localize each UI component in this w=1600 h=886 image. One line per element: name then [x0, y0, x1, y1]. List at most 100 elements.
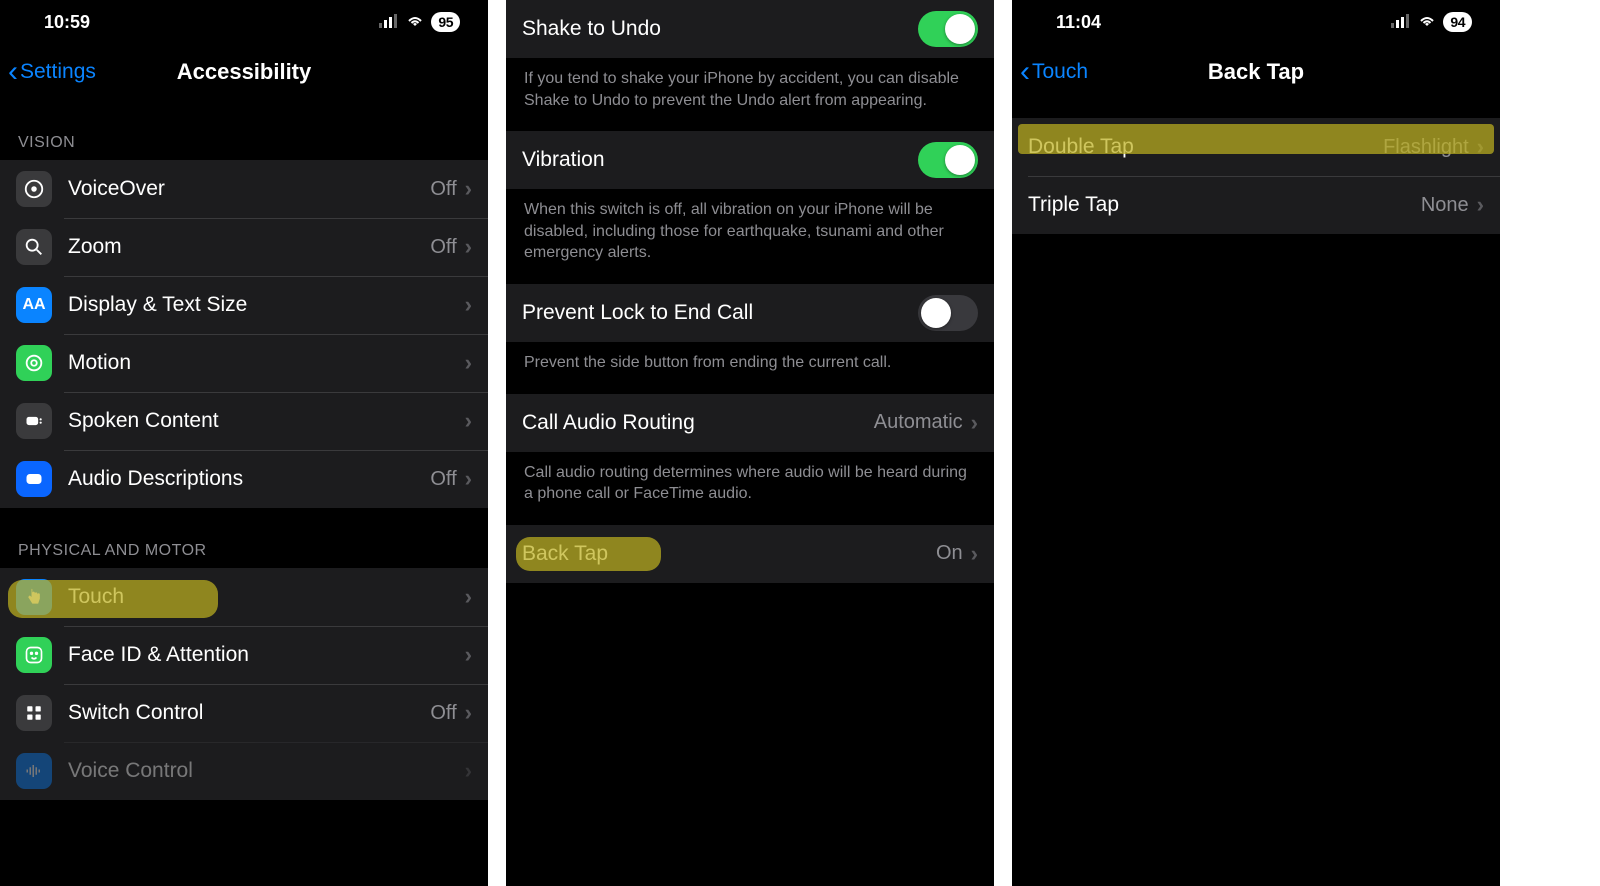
- cell-switch-control[interactable]: Switch Control Off ›: [0, 684, 488, 742]
- vision-group: VoiceOver Off › Zoom Off › AA Display & …: [0, 160, 488, 508]
- battery-indicator: 94: [1443, 12, 1472, 32]
- chevron-right-icon: ›: [971, 410, 978, 436]
- chevron-right-icon: ›: [465, 234, 472, 260]
- cell-faceid[interactable]: Face ID & Attention ›: [0, 626, 488, 684]
- cell-label: Face ID & Attention: [68, 643, 465, 667]
- switch-control-icon: [16, 695, 52, 731]
- voiceover-icon: [16, 171, 52, 207]
- chevron-right-icon: ›: [465, 350, 472, 376]
- cell-label: Double Tap: [1028, 135, 1383, 159]
- cell-label: Spoken Content: [68, 409, 465, 433]
- chevron-right-icon: ›: [465, 584, 472, 610]
- backtap-group: Back Tap On ›: [506, 525, 994, 583]
- chevron-left-icon: ‹: [8, 57, 18, 87]
- cell-back-tap[interactable]: Back Tap On ›: [506, 525, 994, 583]
- cell-display-text-size[interactable]: AA Display & Text Size ›: [0, 276, 488, 334]
- back-label: Touch: [1032, 60, 1088, 84]
- cell-call-audio-routing[interactable]: Call Audio Routing Automatic ›: [506, 394, 994, 452]
- back-button[interactable]: ‹ Touch: [1012, 57, 1088, 87]
- footer-routing: Call audio routing determines where audi…: [506, 452, 994, 525]
- section-header-physical: PHYSICAL AND MOTOR: [0, 508, 488, 568]
- chevron-right-icon: ›: [465, 758, 472, 784]
- cell-label: Zoom: [68, 235, 430, 259]
- battery-indicator: 95: [431, 12, 460, 32]
- chevron-left-icon: ‹: [1020, 57, 1030, 87]
- section-header-vision: VISION: [0, 100, 488, 160]
- vibration-group: Vibration: [506, 131, 994, 189]
- chevron-right-icon: ›: [465, 466, 472, 492]
- back-button[interactable]: ‹ Settings: [0, 57, 96, 87]
- cell-spoken-content[interactable]: Spoken Content ›: [0, 392, 488, 450]
- faceid-icon: [16, 637, 52, 673]
- cell-value: Off: [430, 236, 456, 259]
- cellular-icon: [379, 12, 399, 33]
- cell-value: On: [936, 542, 963, 565]
- toggle-prevent-lock[interactable]: [918, 295, 978, 331]
- cell-label: Switch Control: [68, 701, 430, 725]
- screenshot-accessibility: 10:59 95 ‹ Settings Accessibility VISION…: [0, 0, 488, 886]
- chevron-right-icon: ›: [1477, 192, 1484, 218]
- cell-voice-control[interactable]: Voice Control ›: [0, 742, 488, 800]
- chevron-right-icon: ›: [971, 541, 978, 567]
- cell-double-tap[interactable]: Double Tap Flashlight ›: [1012, 118, 1500, 176]
- footer-vibration: When this switch is off, all vibration o…: [506, 189, 994, 284]
- backtap-options: Double Tap Flashlight › Triple Tap None …: [1012, 118, 1500, 234]
- zoom-icon: [16, 229, 52, 265]
- back-label: Settings: [20, 60, 96, 84]
- cell-shake-to-undo[interactable]: Shake to Undo: [506, 0, 994, 58]
- motion-icon: [16, 345, 52, 381]
- cell-label: Audio Descriptions: [68, 467, 430, 491]
- status-time: 11:04: [1056, 12, 1101, 33]
- cell-label: Call Audio Routing: [522, 411, 874, 435]
- chevron-right-icon: ›: [465, 292, 472, 318]
- cell-prevent-lock[interactable]: Prevent Lock to End Call: [506, 284, 994, 342]
- cell-value: Automatic: [874, 411, 963, 434]
- cell-label: Prevent Lock to End Call: [522, 301, 918, 325]
- cell-audio-descriptions[interactable]: Audio Descriptions Off ›: [0, 450, 488, 508]
- toggle-shake-to-undo[interactable]: [918, 11, 978, 47]
- routing-group: Call Audio Routing Automatic ›: [506, 394, 994, 452]
- footer-shake: If you tend to shake your iPhone by acci…: [506, 58, 994, 131]
- cell-label: Display & Text Size: [68, 293, 465, 317]
- cell-value: Off: [430, 702, 456, 725]
- cellular-icon: [1391, 12, 1411, 33]
- status-time: 10:59: [44, 12, 90, 33]
- chevron-right-icon: ›: [1477, 134, 1484, 160]
- status-bar: 11:04 94: [1012, 0, 1500, 44]
- footer-prevent: Prevent the side button from ending the …: [506, 342, 994, 394]
- status-bar: 10:59 95: [0, 0, 488, 44]
- cell-triple-tap[interactable]: Triple Tap None ›: [1012, 176, 1500, 234]
- shake-group: Shake to Undo: [506, 0, 994, 58]
- cell-voiceover[interactable]: VoiceOver Off ›: [0, 160, 488, 218]
- cell-label: Back Tap: [522, 542, 936, 566]
- cell-touch[interactable]: Touch ›: [0, 568, 488, 626]
- wifi-icon: [405, 12, 425, 33]
- navbar: ‹ Touch Back Tap: [1012, 44, 1500, 100]
- cell-value: Off: [430, 468, 456, 491]
- spoken-content-icon: [16, 403, 52, 439]
- cell-label: VoiceOver: [68, 177, 430, 201]
- cell-label: Voice Control: [68, 759, 465, 783]
- screenshot-back-tap: 11:04 94 ‹ Touch Back Tap Double Tap Fla…: [1012, 0, 1500, 886]
- text-size-icon: AA: [16, 287, 52, 323]
- voice-control-icon: [16, 753, 52, 789]
- navbar: ‹ Settings Accessibility: [0, 44, 488, 100]
- touch-icon: [16, 579, 52, 615]
- cell-vibration[interactable]: Vibration: [506, 131, 994, 189]
- chevron-right-icon: ›: [465, 642, 472, 668]
- cell-value: Flashlight: [1383, 136, 1469, 159]
- toggle-vibration[interactable]: [918, 142, 978, 178]
- cell-label: Shake to Undo: [522, 17, 918, 41]
- chevron-right-icon: ›: [465, 700, 472, 726]
- cell-label: Touch: [68, 585, 465, 609]
- cell-motion[interactable]: Motion ›: [0, 334, 488, 392]
- screenshot-touch: Shake to Undo If you tend to shake your …: [506, 0, 994, 886]
- cell-label: Triple Tap: [1028, 193, 1421, 217]
- cell-label: Vibration: [522, 148, 918, 172]
- cell-value: None: [1421, 194, 1469, 217]
- cell-zoom[interactable]: Zoom Off ›: [0, 218, 488, 276]
- cell-value: Off: [430, 178, 456, 201]
- chevron-right-icon: ›: [465, 176, 472, 202]
- chevron-right-icon: ›: [465, 408, 472, 434]
- wifi-icon: [1417, 12, 1437, 33]
